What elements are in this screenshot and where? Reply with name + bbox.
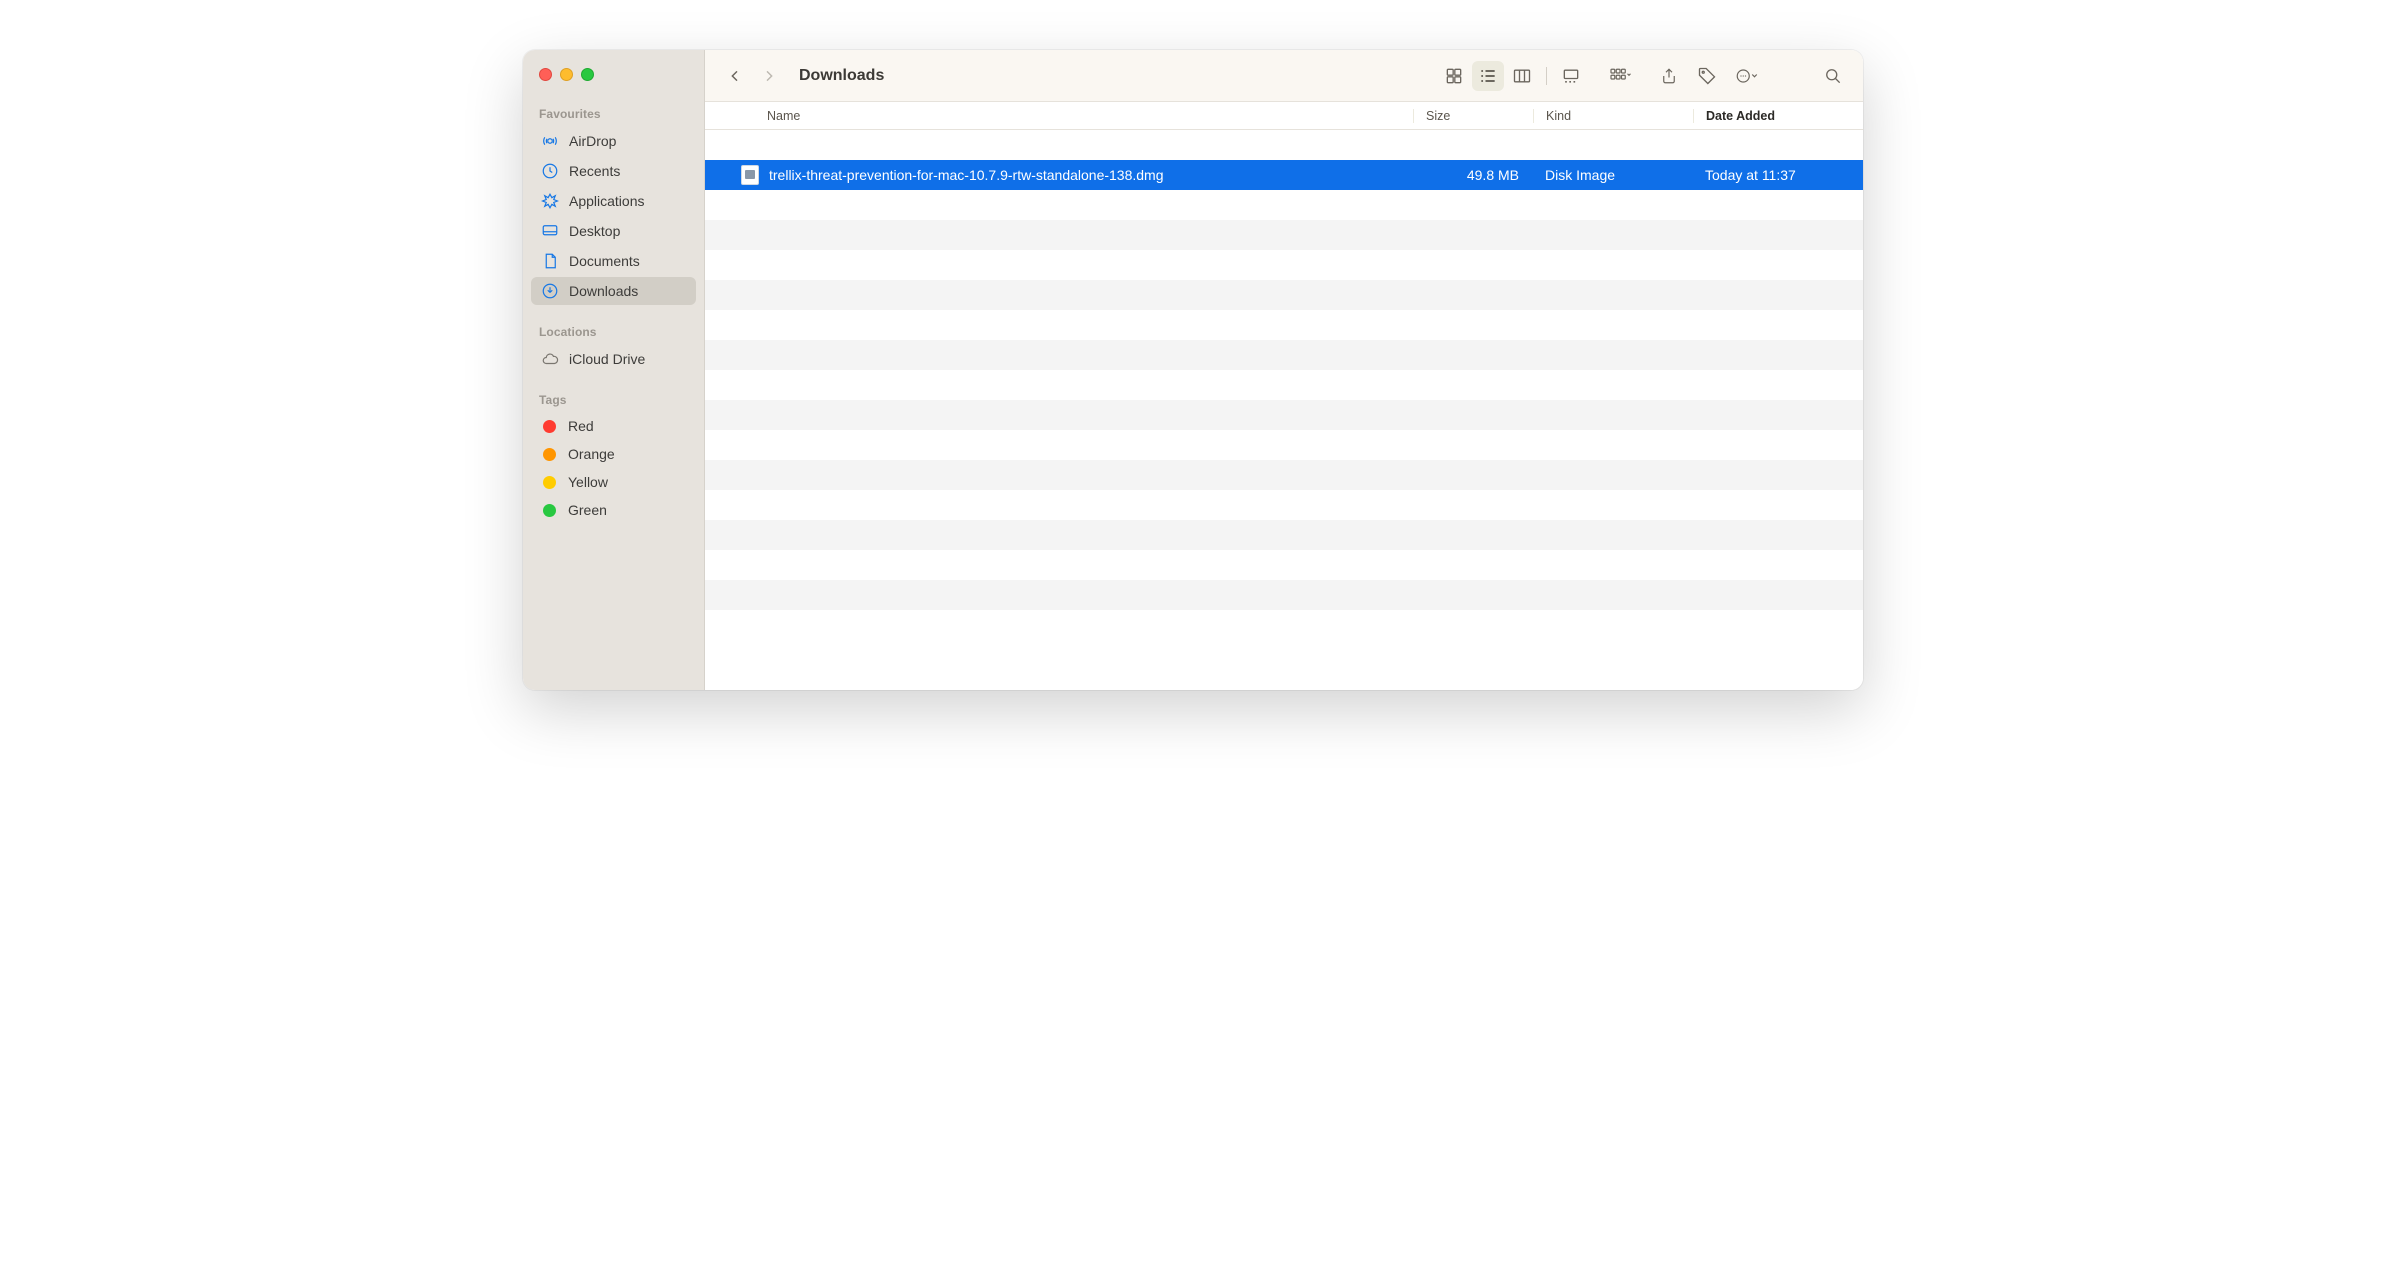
nav-arrows — [719, 61, 785, 91]
document-icon — [541, 252, 559, 270]
file-name: trellix-threat-prevention-for-mac-10.7.9… — [769, 167, 1164, 183]
column-header-size[interactable]: Size — [1413, 109, 1533, 123]
column-headers: Name Size Kind Date Added — [705, 102, 1863, 130]
toolbar: Downloads — [705, 50, 1863, 102]
clock-icon — [541, 162, 559, 180]
dmg-file-icon — [741, 165, 759, 185]
sidebar-section-title: Tags — [523, 389, 704, 411]
sidebar-item-documents[interactable]: Documents — [531, 247, 696, 275]
share-button[interactable] — [1653, 61, 1685, 91]
sidebar-tag-green[interactable]: Green — [531, 497, 696, 523]
column-view-button[interactable] — [1506, 61, 1538, 91]
column-header-kind[interactable]: Kind — [1533, 109, 1693, 123]
list-row-empty — [705, 250, 1863, 280]
minimize-window-button[interactable] — [560, 68, 573, 81]
list-row-empty — [705, 460, 1863, 490]
sidebar-item-label: Green — [568, 502, 607, 518]
list-row-empty — [705, 130, 1863, 160]
sidebar-section-locations: Locations iCloud Drive — [523, 317, 704, 385]
forward-button[interactable] — [753, 61, 785, 91]
column-header-date[interactable]: Date Added — [1693, 109, 1863, 123]
sidebar-tag-red[interactable]: Red — [531, 413, 696, 439]
sidebar-item-label: Documents — [569, 253, 640, 269]
cloud-icon — [541, 350, 559, 368]
view-switcher — [1438, 61, 1587, 91]
column-header-name[interactable]: Name — [705, 109, 1413, 123]
tag-dot-icon — [543, 420, 556, 433]
main-pane: Downloads — [705, 50, 1863, 690]
file-size: 49.8 MB — [1413, 167, 1533, 183]
window-controls — [523, 60, 704, 99]
list-row-empty — [705, 340, 1863, 370]
sidebar-item-applications[interactable]: Applications — [531, 187, 696, 215]
sidebar-item-label: Yellow — [568, 474, 608, 490]
tags-button[interactable] — [1691, 61, 1723, 91]
more-actions-button[interactable] — [1729, 61, 1765, 91]
sidebar-tag-orange[interactable]: Orange — [531, 441, 696, 467]
close-window-button[interactable] — [539, 68, 552, 81]
sidebar-section-tags: Tags Red Orange Yellow Green — [523, 385, 704, 535]
sidebar-item-downloads[interactable]: Downloads — [531, 277, 696, 305]
list-view-button[interactable] — [1472, 61, 1504, 91]
separator — [1546, 67, 1547, 85]
sidebar-section-title: Locations — [523, 321, 704, 343]
sidebar: Favourites AirDrop Recents Applications — [523, 50, 705, 690]
sidebar-item-label: iCloud Drive — [569, 351, 645, 367]
sidebar-item-recents[interactable]: Recents — [531, 157, 696, 185]
tag-dot-icon — [543, 504, 556, 517]
sidebar-section-favourites: Favourites AirDrop Recents Applications — [523, 99, 704, 317]
list-row-empty — [705, 430, 1863, 460]
sidebar-item-label: Desktop — [569, 223, 620, 239]
icon-view-button[interactable] — [1438, 61, 1470, 91]
list-row-empty — [705, 190, 1863, 220]
back-button[interactable] — [719, 61, 751, 91]
sidebar-section-title: Favourites — [523, 103, 704, 125]
list-row-empty — [705, 610, 1863, 640]
file-kind: Disk Image — [1533, 167, 1693, 183]
sidebar-item-label: Downloads — [569, 283, 638, 299]
search-button[interactable] — [1817, 61, 1849, 91]
list-row-empty — [705, 220, 1863, 250]
finder-window: Favourites AirDrop Recents Applications — [523, 50, 1863, 690]
folder-title: Downloads — [799, 67, 884, 85]
downloads-icon — [541, 282, 559, 300]
sidebar-item-airdrop[interactable]: AirDrop — [531, 127, 696, 155]
gallery-view-button[interactable] — [1555, 61, 1587, 91]
list-row-empty — [705, 580, 1863, 610]
applications-icon — [541, 192, 559, 210]
airdrop-icon — [541, 132, 559, 150]
tag-dot-icon — [543, 448, 556, 461]
list-row-empty — [705, 520, 1863, 550]
list-row-empty — [705, 310, 1863, 340]
sidebar-item-icloud[interactable]: iCloud Drive — [531, 345, 696, 373]
list-row-empty — [705, 490, 1863, 520]
file-date: Today at 11:37 — [1693, 167, 1863, 183]
list-row-empty — [705, 550, 1863, 580]
desktop-icon — [541, 222, 559, 240]
file-row[interactable]: trellix-threat-prevention-for-mac-10.7.9… — [705, 160, 1863, 190]
file-list: trellix-threat-prevention-for-mac-10.7.9… — [705, 130, 1863, 690]
group-by-button[interactable] — [1603, 61, 1637, 91]
sidebar-item-label: Red — [568, 418, 594, 434]
list-row-empty — [705, 400, 1863, 430]
sidebar-item-desktop[interactable]: Desktop — [531, 217, 696, 245]
list-row-empty — [705, 370, 1863, 400]
tag-dot-icon — [543, 476, 556, 489]
sidebar-item-label: Recents — [569, 163, 620, 179]
sidebar-tag-yellow[interactable]: Yellow — [531, 469, 696, 495]
sidebar-item-label: Orange — [568, 446, 615, 462]
fullscreen-window-button[interactable] — [581, 68, 594, 81]
sidebar-item-label: AirDrop — [569, 133, 616, 149]
list-row-empty — [705, 280, 1863, 310]
sidebar-item-label: Applications — [569, 193, 645, 209]
